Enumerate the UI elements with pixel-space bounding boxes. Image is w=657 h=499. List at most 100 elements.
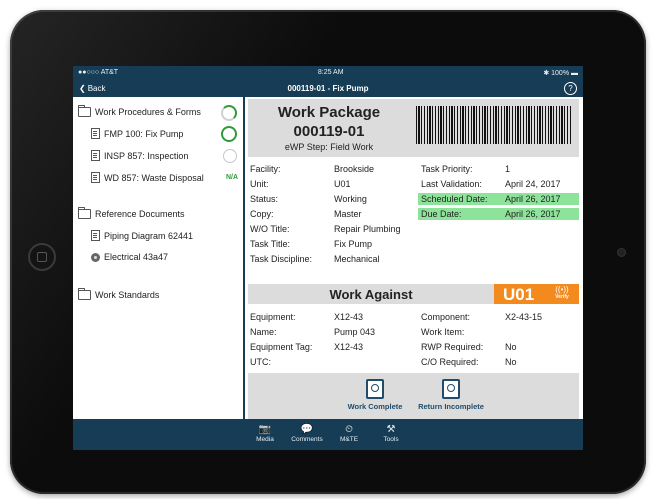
detail-copy: Copy: <box>250 209 274 219</box>
clipboard-return-icon <box>442 379 460 399</box>
equip-utc: UTC: <box>250 357 271 367</box>
equip-rwp-required: RWP Required: <box>421 342 484 352</box>
tab-comments[interactable]: 💬 Comments <box>289 419 325 450</box>
detail-task-priority: Task Priority: <box>421 164 473 174</box>
reference-label: Piping Diagram 62441 <box>104 230 194 241</box>
section-label: Work Procedures & Forms <box>95 107 201 117</box>
unit-badge: U01 ((•)) Verify <box>494 284 579 304</box>
equip-name: Name: <box>250 327 277 337</box>
camera-icon: 📷 <box>258 424 272 435</box>
tab-bar: 📷 Media 💬 Comments ⏲ M&TE ⚒ Tools <box>73 419 583 450</box>
work-against-title: Work Against <box>329 287 413 302</box>
procedure-label: WD 857: Waste Disposal <box>104 172 204 183</box>
section-work-procedures[interactable]: Work Procedures & Forms <box>78 105 201 117</box>
tab-label: Media <box>256 436 274 443</box>
equip-co-required: C/O Required: <box>421 357 479 367</box>
work-package-header: Work Package 000119-01 eWP Step: Field W… <box>248 99 579 157</box>
detail-scheduled-date-value: April 26, 2017 <box>505 194 561 204</box>
equip-name-value: Pump 043 <box>334 327 376 337</box>
back-button[interactable]: ❮ Back <box>79 84 106 93</box>
document-icon <box>91 172 100 183</box>
verify-button[interactable]: ((•)) Verify <box>551 286 573 302</box>
detail-due-date-value: April 26, 2017 <box>505 209 561 219</box>
verify-label: Verify <box>555 294 569 300</box>
equip-tag: Equipment Tag: <box>250 342 313 352</box>
comment-icon: 💬 <box>300 424 314 435</box>
tab-label: M&TE <box>339 436 359 443</box>
pending-ring-icon <box>223 149 237 163</box>
detail-task-priority-value: 1 <box>505 164 511 174</box>
document-icon <box>91 150 100 161</box>
procedure-label: INSP 857: Inspection <box>104 150 189 161</box>
document-icon <box>91 128 100 139</box>
return-incomplete-button[interactable]: Return Incomplete <box>411 379 491 411</box>
equip-work-item: Work Item: <box>421 327 465 337</box>
tab-media[interactable]: 📷 Media <box>247 419 283 450</box>
tab-tools[interactable]: ⚒ Tools <box>373 419 409 450</box>
section-label: Work Standards <box>95 290 160 300</box>
clipboard-check-icon <box>366 379 384 399</box>
procedure-wd-857[interactable]: WD 857: Waste Disposal <box>91 172 204 183</box>
screen: ●●○○○ AT&T 8:25 AM ✱ 100% ▬ ❮ Back 00011… <box>73 66 583 450</box>
na-badge: N/A <box>225 174 238 181</box>
equip-tag-value: X12-43 <box>334 342 364 352</box>
detail-unit: Unit: <box>250 179 269 189</box>
procedure-label: FMP 100: Fix Pump <box>104 128 184 139</box>
work-against-header: Work Against U01 ((•)) Verify <box>248 284 579 304</box>
folder-icon <box>78 288 91 300</box>
nav-bar: ❮ Back 000119-01 - Fix Pump ? <box>73 79 583 97</box>
gauge-icon: ⏲ <box>345 424 353 435</box>
procedure-fmp-100[interactable]: FMP 100: Fix Pump <box>91 128 183 139</box>
reference-label: Electrical 43a47 <box>104 252 169 262</box>
bluetooth-icon: ✱ <box>543 69 552 77</box>
document-icon <box>91 230 100 241</box>
detail-copy-value: Master <box>334 209 362 219</box>
detail-due-date: Due Date: <box>421 209 462 219</box>
detail-scheduled-date: Scheduled Date: <box>421 194 488 204</box>
work-complete-button[interactable]: Work Complete <box>335 379 415 411</box>
reference-electrical[interactable]: Electrical 43a47 <box>91 252 168 262</box>
main-panel: Work Package 000119-01 eWP Step: Field W… <box>245 97 583 419</box>
reference-piping-diagram[interactable]: Piping Diagram 62441 <box>91 230 193 241</box>
section-label: Reference Documents <box>95 209 185 219</box>
detail-facility-value: Brookside <box>334 164 375 174</box>
detail-facility: Facility: <box>250 164 281 174</box>
work-package-title: Work Package <box>277 104 381 121</box>
camera <box>617 248 626 257</box>
help-icon[interactable]: ? <box>564 81 577 95</box>
detail-task-title-value: Fix Pump <box>334 239 373 249</box>
equip-equipment: Equipment: <box>250 312 296 322</box>
equip-rwp-required-value: No <box>505 342 517 352</box>
clock: 8:25 AM <box>317 69 344 76</box>
carrier-label: ●●○○○ AT&T <box>78 69 119 76</box>
detail-last-validation-value: April 24, 2017 <box>505 179 561 189</box>
equip-co-required-value: No <box>505 357 517 367</box>
home-button[interactable] <box>28 243 56 271</box>
page-title: 000119-01 - Fix Pump <box>287 83 369 93</box>
procedure-insp-857[interactable]: INSP 857: Inspection <box>91 150 188 161</box>
gear-icon <box>91 252 100 262</box>
section-work-standards[interactable]: Work Standards <box>78 288 160 300</box>
chevron-left-icon: ❮ <box>79 83 86 93</box>
equip-equipment-value: X12-43 <box>334 312 364 322</box>
work-package-number: 000119-01 <box>293 123 365 140</box>
tab-mte[interactable]: ⏲ M&TE <box>331 419 367 450</box>
action-bar: Work Complete Return Incomplete <box>248 373 579 419</box>
detail-task-title: Task Title: <box>250 239 291 249</box>
folder-icon <box>78 105 91 117</box>
detail-unit-value: U01 <box>334 179 351 189</box>
detail-status-value: Working <box>334 194 367 204</box>
sidebar: Work Procedures & Forms FMP 100: Fix Pum… <box>73 97 245 419</box>
progress-partial-icon <box>221 105 237 121</box>
folder-icon <box>78 207 91 219</box>
detail-task-discipline: Task Discipline: <box>250 254 313 264</box>
detail-task-discipline-value: Mechanical <box>334 254 380 264</box>
detail-wo-title-value: Repair Plumbing <box>334 224 401 234</box>
tools-icon: ⚒ <box>386 424 396 435</box>
section-reference-documents[interactable]: Reference Documents <box>78 207 185 219</box>
complete-ring-icon <box>221 126 237 142</box>
equip-component-value: X2-43-15 <box>505 312 543 322</box>
battery-label: ✱ 100% ▬ <box>543 69 578 77</box>
unit-code: U01 <box>503 285 535 304</box>
work-package-step: eWP Step: Field Work <box>284 142 374 152</box>
